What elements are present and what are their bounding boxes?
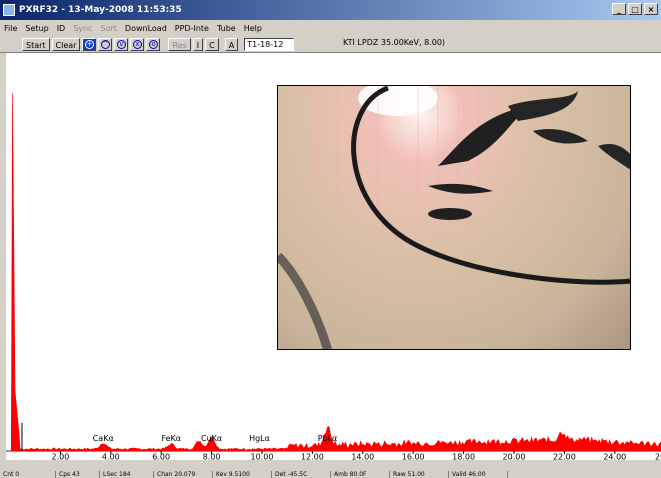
- a-button[interactable]: A: [224, 37, 239, 51]
- status-chan: Chan 20.079: [154, 471, 213, 478]
- start-button[interactable]: Start: [22, 37, 50, 51]
- maximize-button[interactable]: □: [628, 3, 642, 15]
- title-bar: PXRF32 - 13-May-2008 11:53:35 _ □ ×: [0, 0, 661, 20]
- center-icon: o: [148, 39, 158, 49]
- kti-readout: KTI LPDZ 35.00KeV, 8.00): [343, 38, 446, 47]
- menu-file[interactable]: File: [4, 24, 17, 33]
- x-tick-label: 22.00: [553, 453, 576, 461]
- x-tick-label: 2.00: [51, 453, 69, 461]
- up-arrow-icon: ^: [100, 39, 110, 49]
- status-count: Cnt 0: [0, 471, 56, 478]
- center-button[interactable]: o: [146, 37, 161, 51]
- peak-label: CuKα: [201, 434, 222, 443]
- peak-label: CaKα: [93, 434, 114, 443]
- sample-photo-drawing: [278, 86, 630, 349]
- x-tick-label: 24.00: [603, 453, 626, 461]
- c-button[interactable]: C: [205, 37, 219, 51]
- status-lsec: LSec 184: [100, 471, 154, 478]
- scroll-up-button[interactable]: ^: [98, 37, 113, 51]
- res-button[interactable]: Res: [168, 37, 191, 51]
- toolbar: Start Clear + ^ v x o Res I C A T1-18-12: [0, 36, 661, 53]
- status-raw: Raw 51.00: [390, 471, 449, 478]
- menu-download[interactable]: DownLoad: [125, 24, 167, 33]
- menu-help[interactable]: Help: [244, 24, 262, 33]
- i-button[interactable]: I: [192, 37, 204, 51]
- x-tick-label: 26: [655, 453, 661, 461]
- close-button[interactable]: ×: [644, 3, 658, 15]
- menu-ppd-inte[interactable]: PPD-Inte: [175, 24, 209, 33]
- zoom-in-icon: +: [84, 39, 94, 49]
- status-bar: Cnt 0 Cps 43 LSec 184 Chan 20.079 Kev 9.…: [0, 471, 661, 478]
- expand-button[interactable]: x: [130, 37, 145, 51]
- x-tick-label: 20.00: [503, 453, 526, 461]
- app-icon: [3, 4, 15, 16]
- menu-sync[interactable]: Sync: [73, 24, 92, 33]
- status-det: Det -45.5C: [272, 471, 331, 478]
- x-tick-label: 4.00: [102, 453, 120, 461]
- x-tick-label: 6.00: [152, 453, 170, 461]
- peak-label: PbLα: [318, 434, 338, 443]
- clear-button[interactable]: Clear: [51, 37, 81, 51]
- scroll-down-button[interactable]: v: [114, 37, 129, 51]
- peak-label: HgLα: [249, 434, 270, 443]
- menu-setup[interactable]: Setup: [25, 24, 48, 33]
- down-arrow-icon: v: [116, 39, 126, 49]
- sample-camera-image: [277, 85, 631, 350]
- x-tick-label: 10.00: [251, 453, 274, 461]
- x-tick-label: 8.00: [203, 453, 221, 461]
- expand-icon: x: [132, 39, 142, 49]
- window-title: PXRF32 - 13-May-2008 11:53:35: [19, 5, 182, 15]
- menu-bar: File Setup ID Sync Sort DownLoad PPD-Int…: [0, 20, 661, 36]
- sample-id-field[interactable]: T1-18-12: [244, 37, 295, 51]
- x-tick-label: 16.00: [402, 453, 425, 461]
- status-cps: Cps 43: [56, 471, 100, 478]
- x-tick-label: 18.00: [452, 453, 475, 461]
- menu-tube[interactable]: Tube: [217, 24, 236, 33]
- status-kev: Kev 9.5100: [213, 471, 272, 478]
- minimize-button[interactable]: _: [612, 3, 626, 15]
- menu-id[interactable]: ID: [57, 24, 66, 33]
- menu-sort[interactable]: Sort: [101, 24, 117, 33]
- zoom-in-button[interactable]: +: [82, 37, 97, 51]
- status-valid: Valid 46.00: [449, 471, 508, 478]
- status-amb: Amb 80.0F: [331, 471, 390, 478]
- peak-label: FeKα: [161, 434, 181, 443]
- x-tick-label: 12.00: [301, 453, 324, 461]
- x-tick-label: 14.00: [351, 453, 374, 461]
